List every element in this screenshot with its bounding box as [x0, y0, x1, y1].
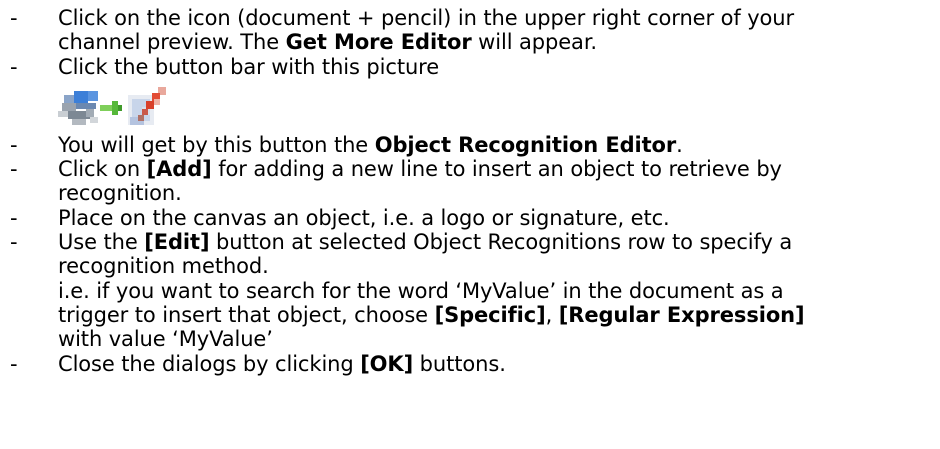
bullet-dash: -	[10, 6, 18, 30]
item-1-line-1: Click on the icon (document + pencil) in…	[58, 6, 795, 30]
item-6-line-3: i.e. if you want to search for the word …	[58, 278, 784, 303]
item-7-line-1: Close the dialogs by clicking [OK] butto…	[58, 351, 506, 376]
list-item-6: - Use the [Edit] button at selected Obje…	[0, 230, 940, 351]
list-item-1: - Click on the icon (document + pencil) …	[0, 6, 940, 55]
bullet-dash: -	[10, 351, 18, 376]
bullet-dash: -	[10, 157, 18, 182]
list-item-2: - Click the button bar with this picture	[0, 55, 940, 79]
bullet-dash: -	[10, 205, 18, 230]
item-4-line-2: recognition.	[58, 181, 182, 206]
bullet-dash: -	[10, 54, 18, 79]
object-recognition-button-icon	[58, 86, 166, 125]
list-item-5: - Place on the canvas an object, i.e. a …	[0, 206, 940, 230]
instruction-list: - Click on the icon (document + pencil) …	[0, 6, 940, 376]
regular-expression-label: [Regular Expression]	[558, 302, 805, 327]
specific-label: [Specific]	[434, 302, 546, 327]
item-4-line-1: Click on [Add] for adding a new line to …	[58, 157, 782, 182]
list-item-4: - Click on [Add] for adding a new line t…	[0, 157, 940, 206]
object-recognition-editor-label: Object Recognition Editor	[374, 132, 677, 157]
item-6-line-5: with value ‘MyValue’	[58, 327, 273, 352]
bullet-dash: -	[10, 132, 18, 157]
item-6-line-2: recognition method.	[58, 254, 269, 279]
item-6-line-1: Use the [Edit] button at selected Object…	[58, 230, 793, 255]
item-1-line-2: channel preview. The Get More Editor wil…	[58, 30, 598, 55]
item-3-line-1: You will get by this button the Object R…	[58, 132, 683, 157]
edit-label: [Edit]	[144, 230, 210, 255]
item-6-line-4: trigger to insert that object, choose [S…	[58, 302, 805, 327]
item-2-line-1: Click the button bar with this picture	[58, 54, 440, 79]
get-more-editor-label: Get More Editor	[285, 30, 472, 55]
list-item-3: - You will get by this button the Object…	[0, 133, 940, 157]
bullet-dash: -	[10, 230, 18, 255]
add-label: [Add]	[146, 157, 212, 182]
item-5-line-1: Place on the canvas an object, i.e. a lo…	[58, 205, 670, 230]
list-item-7: - Close the dialogs by clicking [OK] but…	[0, 352, 940, 376]
button-bar-picture	[0, 79, 940, 133]
ok-label: [OK]	[360, 351, 414, 376]
